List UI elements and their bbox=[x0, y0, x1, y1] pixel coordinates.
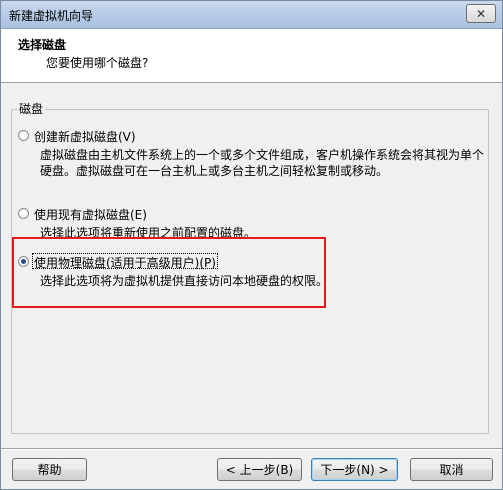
option-create-new-disk-description: 虚拟磁盘由主机文件系统上的一个或多个文件组成，客户机操作系统会将其视为单个硬盘。… bbox=[40, 148, 485, 178]
footer-separator bbox=[1, 448, 502, 450]
cancel-button[interactable]: 取消 bbox=[410, 458, 493, 481]
wizard-window: 新建虚拟机向导 ✕ 选择磁盘 您要使用哪个磁盘? 磁盘 创建新虚拟磁盘(V) 虚… bbox=[0, 0, 503, 490]
radio-use-existing-disk[interactable] bbox=[18, 208, 29, 219]
back-button[interactable]: < 上一步(B) bbox=[217, 458, 302, 481]
red-highlight-annotation bbox=[12, 237, 326, 308]
close-button[interactable]: ✕ bbox=[466, 4, 496, 23]
page-title: 选择磁盘 bbox=[18, 38, 67, 52]
wizard-header: 选择磁盘 您要使用哪个磁盘? bbox=[1, 29, 502, 83]
disk-group-label: 磁盘 bbox=[17, 100, 46, 117]
window-title: 新建虚拟机向导 bbox=[9, 9, 94, 23]
radio-create-new-disk[interactable] bbox=[18, 130, 29, 141]
title-bar[interactable]: 新建虚拟机向导 ✕ bbox=[1, 1, 502, 29]
close-icon: ✕ bbox=[475, 6, 487, 21]
option-create-new-disk-label[interactable]: 创建新虚拟磁盘(V) bbox=[34, 128, 136, 145]
next-button[interactable]: 下一步(N) > bbox=[311, 458, 398, 481]
option-use-existing-disk-label[interactable]: 使用现有虚拟磁盘(E) bbox=[34, 206, 147, 223]
page-subtitle: 您要使用哪个磁盘? bbox=[46, 56, 149, 70]
help-button[interactable]: 帮助 bbox=[12, 458, 87, 481]
